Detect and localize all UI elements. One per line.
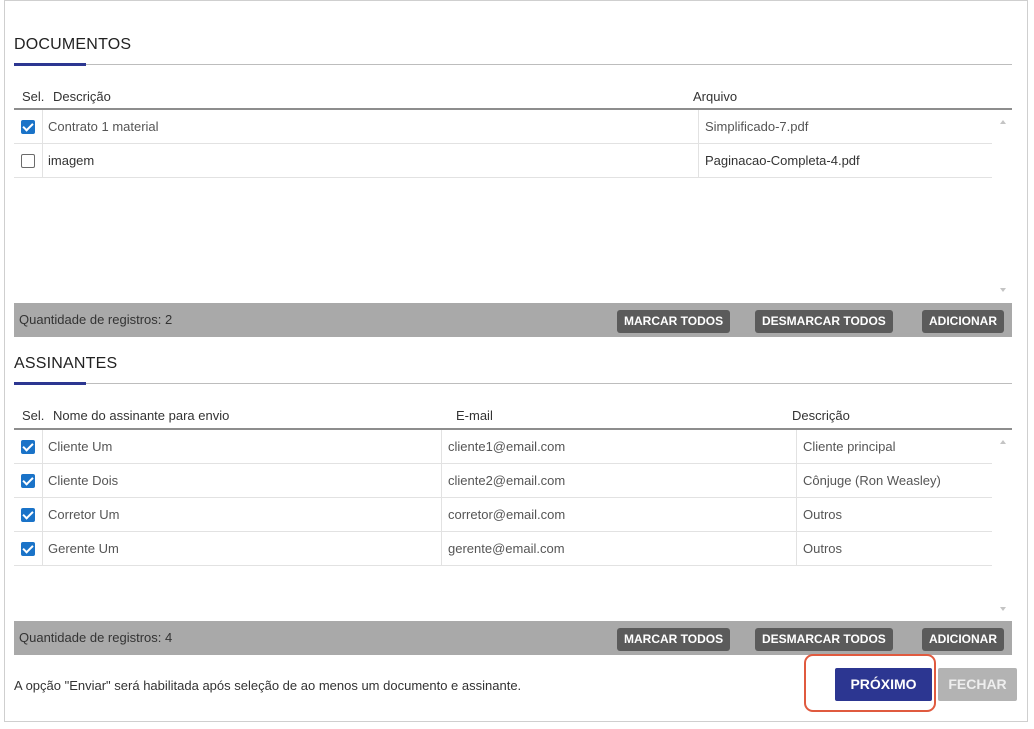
documents-deselect-all-button[interactable]: DESMARCAR TODOS <box>755 310 893 333</box>
signer-nome: Cliente Dois <box>48 473 119 488</box>
doc-arquivo: Paginacao-Completa-4.pdf <box>698 144 992 178</box>
doc-descricao: Contrato 1 material <box>48 119 159 134</box>
signer-descricao: Outros <box>796 498 992 532</box>
checkbox-checked-icon[interactable] <box>21 474 35 488</box>
signers-section-title: ASSINANTES <box>14 355 118 372</box>
documents-section-title: DOCUMENTOS <box>14 36 132 53</box>
documents-scrollbar[interactable] <box>994 110 1012 302</box>
signers-col-email: E-mail <box>456 408 493 423</box>
close-button: FECHAR <box>938 668 1017 701</box>
scroll-down-icon[interactable] <box>1000 288 1006 292</box>
signer-nome: Gerente Um <box>48 541 119 556</box>
signer-descricao: Outros <box>796 532 992 566</box>
signer-nome: Corretor Um <box>48 507 120 522</box>
table-row[interactable]: Cliente Dois cliente2@email.com Cônjuge … <box>14 464 992 498</box>
scroll-down-icon[interactable] <box>1000 607 1006 611</box>
sel-cell <box>14 430 43 464</box>
documents-col-arquivo: Arquivo <box>693 89 738 104</box>
documents-divider <box>14 64 1012 65</box>
signers-divider <box>14 383 1012 384</box>
documents-select-all-button[interactable]: MARCAR TODOS <box>617 310 731 333</box>
signer-email: gerente@email.com <box>441 532 797 566</box>
doc-arquivo: Simplificado-7.pdf <box>698 110 992 144</box>
signer-descricao: Cônjuge (Ron Weasley) <box>796 464 992 498</box>
documents-record-count: Quantidade de registros: 2 <box>19 312 173 327</box>
signers-col-descricao: Descrição <box>792 408 850 423</box>
signers-accent-bar <box>14 382 86 385</box>
documents-col-sel: Sel. <box>22 89 45 104</box>
documents-col-descricao: Descrição <box>53 89 111 104</box>
sel-cell <box>14 498 43 532</box>
signers-record-count: Quantidade de registros: 4 <box>19 630 173 645</box>
table-row[interactable]: Cliente Um cliente1@email.com Cliente pr… <box>14 430 992 464</box>
checkbox-checked-icon[interactable] <box>21 542 35 556</box>
checkbox-unchecked-icon[interactable] <box>21 154 35 168</box>
documents-footer-bar: Quantidade de registros: 2 MARCAR TODOS … <box>14 303 1012 337</box>
table-row[interactable]: imagem Paginacao-Completa-4.pdf <box>14 144 992 178</box>
documents-add-button[interactable]: ADICIONAR <box>922 310 1004 333</box>
signers-col-nome: Nome do assinante para envio <box>53 408 230 423</box>
signer-email: cliente2@email.com <box>441 464 797 498</box>
signers-deselect-all-button[interactable]: DESMARCAR TODOS <box>755 628 893 651</box>
signers-scrollbar[interactable] <box>994 430 1012 621</box>
next-button[interactable]: PRÓXIMO <box>835 668 932 701</box>
signers-grid[interactable]: Cliente Um cliente1@email.com Cliente pr… <box>14 428 1012 621</box>
scroll-up-icon[interactable] <box>1000 440 1006 444</box>
checkbox-checked-icon[interactable] <box>21 120 35 134</box>
signer-email: corretor@email.com <box>441 498 797 532</box>
table-row[interactable]: Contrato 1 material Simplificado-7.pdf <box>14 110 992 144</box>
signer-descricao: Cliente principal <box>796 430 992 464</box>
sel-cell <box>14 464 43 498</box>
sel-cell <box>14 144 43 178</box>
signer-email: cliente1@email.com <box>441 430 797 464</box>
sel-cell <box>14 110 43 144</box>
enable-send-hint: A opção "Enviar" será habilitada após se… <box>14 678 522 693</box>
signers-select-all-button[interactable]: MARCAR TODOS <box>617 628 731 651</box>
documents-accent-bar <box>14 63 86 66</box>
signers-col-sel: Sel. <box>22 408 45 423</box>
checkbox-checked-icon[interactable] <box>21 508 35 522</box>
documents-grid[interactable]: Contrato 1 material Simplificado-7.pdf i… <box>14 108 1012 302</box>
table-row[interactable]: Gerente Um gerente@email.com Outros <box>14 532 992 566</box>
signers-footer-bar: Quantidade de registros: 4 MARCAR TODOS … <box>14 621 1012 655</box>
sel-cell <box>14 532 43 566</box>
doc-descricao: imagem <box>48 153 95 168</box>
signers-add-button[interactable]: ADICIONAR <box>922 628 1004 651</box>
signer-nome: Cliente Um <box>48 439 113 454</box>
table-row[interactable]: Corretor Um corretor@email.com Outros <box>14 498 992 532</box>
checkbox-checked-icon[interactable] <box>21 440 35 454</box>
scroll-up-icon[interactable] <box>1000 120 1006 124</box>
